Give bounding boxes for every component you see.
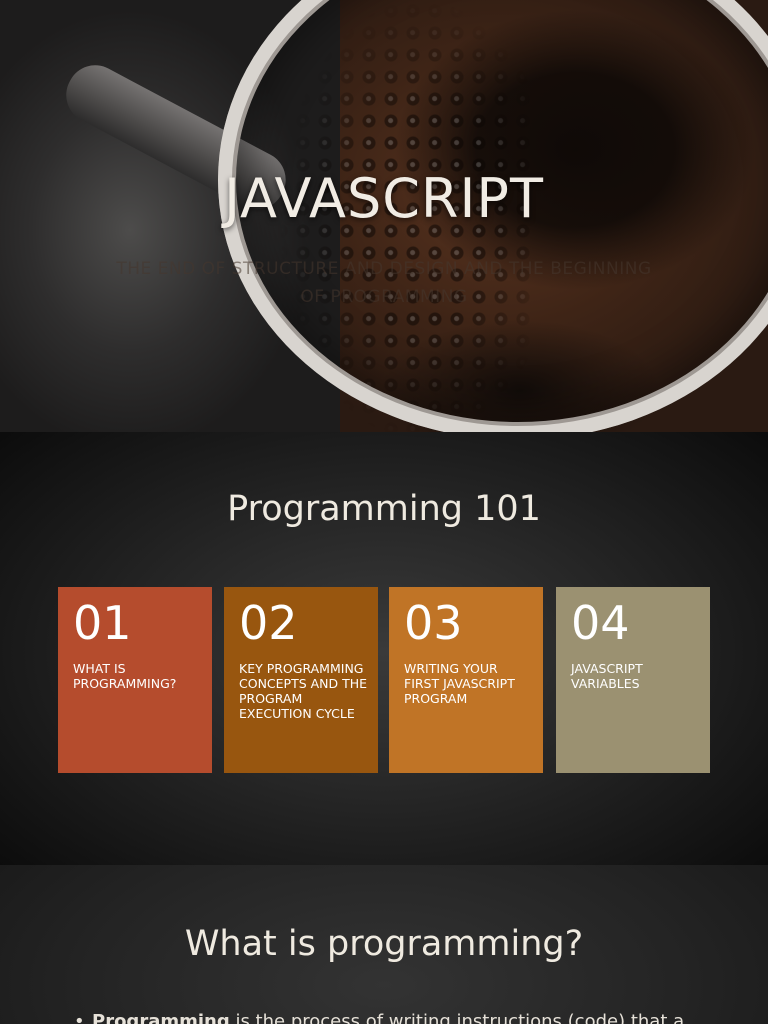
slide-subtitle: THE END OF STRUCTURE AND DESIGN AND THE … — [116, 259, 652, 307]
agenda-tile-04[interactable]: 04 JAVASCRIPT VARIABLES — [556, 587, 710, 773]
tile-label: JAVASCRIPT VARIABLES — [571, 661, 643, 691]
agenda-tile-03[interactable]: 03 WRITING YOUR FIRST JAVASCRIPT PROGRAM — [389, 587, 543, 773]
tile-number: 01 — [73, 596, 132, 650]
agenda-tile-02[interactable]: 02 KEY PROGRAMMING CONCEPTS AND THE PROG… — [224, 587, 378, 773]
agenda-tiles: 01 WHAT IS PROGRAMMING? 02 KEY PROGRAMMI… — [58, 587, 711, 773]
slide-title: JAVASCRIPT — [224, 167, 544, 230]
bullet-text: is the process of writing instructions (… — [229, 1011, 685, 1024]
tile-number: 03 — [404, 596, 463, 650]
what-is-programming-slide: What is programming? • Programming is the… — [0, 865, 768, 1024]
tile-number: 04 — [571, 596, 630, 650]
tile-label: KEY PROGRAMMING CONCEPTS AND THE PROGRAM… — [239, 661, 368, 721]
agenda-slide: Programming 101 01 WHAT IS PROGRAMMING? … — [0, 432, 768, 865]
tile-label: WRITING YOUR FIRST JAVASCRIPT PROGRAM — [404, 661, 515, 706]
tile-label: WHAT IS PROGRAMMING? — [73, 661, 177, 691]
agenda-title: Programming 101 — [227, 489, 541, 529]
bullet-icon: • — [74, 1011, 85, 1024]
section-title: What is programming? — [184, 924, 584, 964]
tile-number: 02 — [239, 596, 298, 650]
bullet-term: Programming — [92, 1011, 230, 1024]
bullet-point: • Programming is the process of writing i… — [74, 1010, 714, 1024]
agenda-tile-01[interactable]: 01 WHAT IS PROGRAMMING? — [58, 587, 212, 773]
title-slide: JAVASCRIPT THE END OF STRUCTURE AND DESI… — [0, 0, 768, 432]
